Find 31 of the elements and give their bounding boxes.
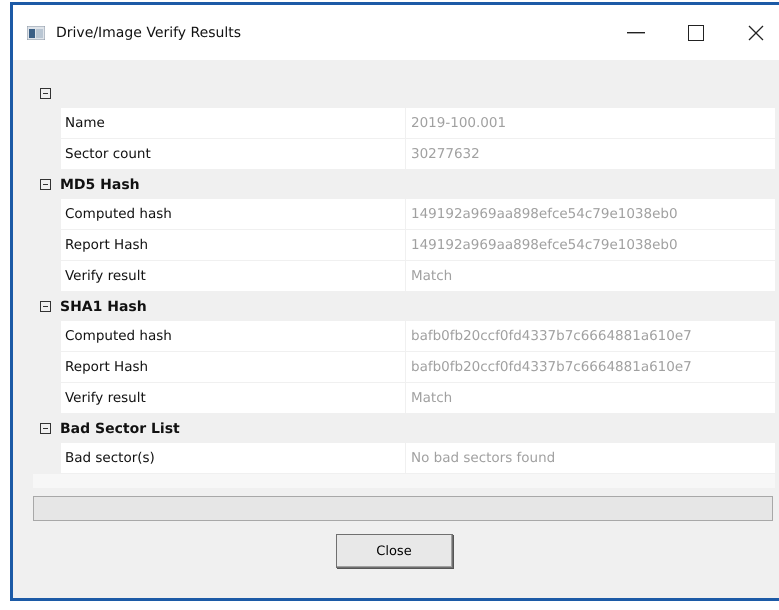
collapse-icon[interactable]: [40, 179, 51, 190]
property-value: 2019-100.001: [410, 114, 508, 133]
property-name: Verify result: [61, 261, 406, 291]
maximize-icon: [688, 24, 704, 40]
group-header: SHA1 Hash: [60, 298, 147, 314]
property-name: Report Hash: [61, 352, 406, 382]
property-name: Sector count: [61, 139, 406, 169]
close-icon: [748, 24, 764, 40]
property-value: Match: [410, 267, 454, 286]
collapse-icon[interactable]: [40, 423, 51, 434]
collapse-icon[interactable]: [40, 88, 51, 99]
minimize-icon: [627, 32, 645, 34]
property-name: Name: [61, 108, 406, 138]
property-value: 149192a969aa898efce54c79e1038eb0: [410, 236, 679, 255]
property-value: 149192a969aa898efce54c79e1038eb0: [410, 205, 679, 224]
property-value: bafb0fb20ccf0fd4337b7c6664881a610e7: [410, 327, 693, 346]
property-value: bafb0fb20ccf0fd4337b7c6664881a610e7: [410, 358, 693, 377]
property-name: Verify result: [61, 383, 406, 413]
property-name: Report Hash: [61, 230, 406, 260]
dialog-button[interactable]: Close: [336, 534, 452, 568]
property-name: Computed hash: [61, 321, 406, 351]
group-header: Bad Sector List: [60, 420, 180, 436]
window-app-icon: [27, 26, 45, 40]
property-name: Computed hash: [61, 199, 406, 229]
property-value: No bad sectors found: [410, 449, 556, 468]
property-value: 30277632: [410, 145, 481, 164]
property-name: Bad sector(s): [61, 443, 406, 473]
group-header: MD5 Hash: [60, 176, 140, 192]
collapse-icon[interactable]: [40, 301, 51, 312]
property-value: Match: [410, 389, 454, 408]
window-title: Drive/Image Verify Results: [56, 24, 242, 40]
